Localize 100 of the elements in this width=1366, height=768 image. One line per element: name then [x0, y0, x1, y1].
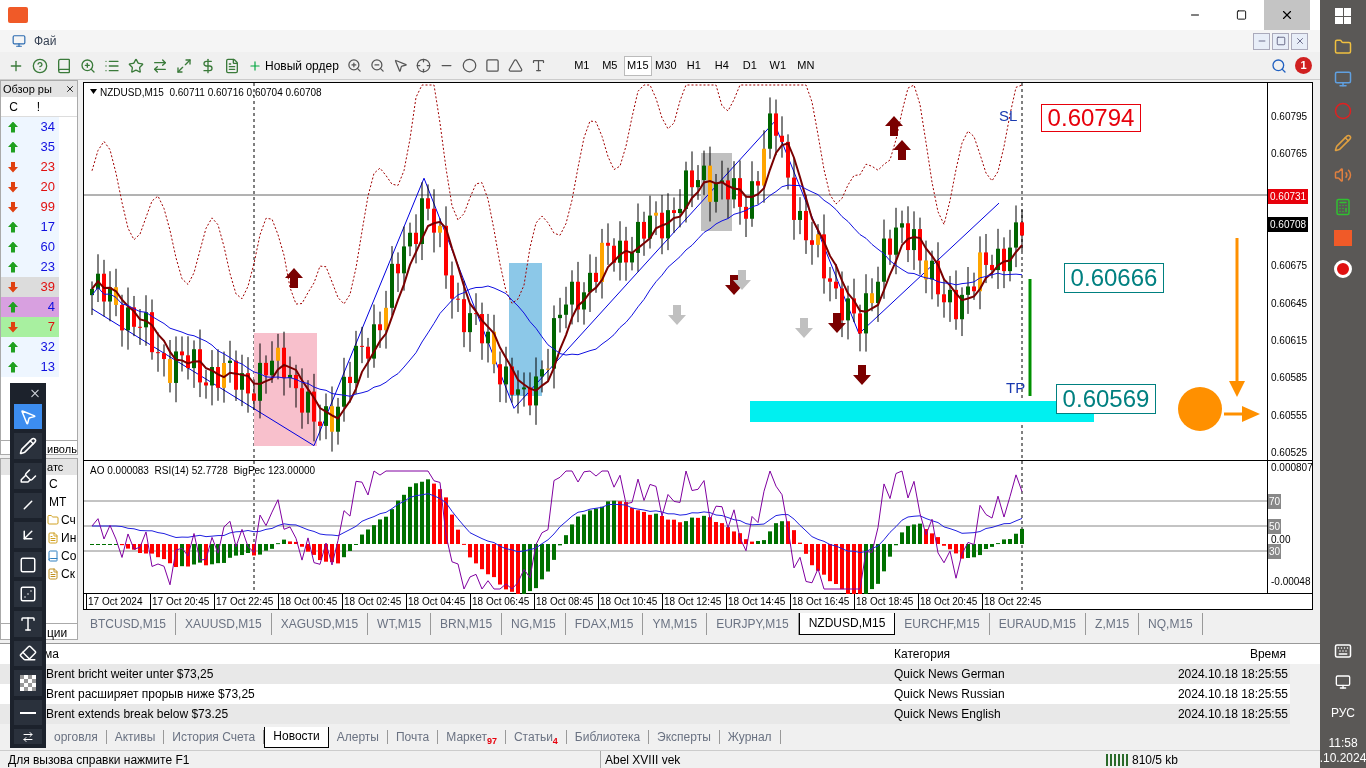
terminal-tab[interactable]: Активы — [106, 730, 165, 744]
value-tick: -0.00048 — [1271, 575, 1311, 589]
timeframe-button[interactable]: W1 — [763, 55, 792, 76]
terminal-tab[interactable]: Журнал — [719, 730, 781, 744]
chart-tab[interactable]: NG,M15 — [502, 612, 566, 635]
terminal-tab[interactable]: Алерты — [328, 730, 388, 744]
sl-price-box: 0.60794 — [1041, 104, 1141, 132]
quote-row[interactable]: 34 — [1, 117, 59, 137]
chart-tab[interactable]: EURCHF,M15 — [895, 612, 990, 635]
time-label: 18 Oct 14:45 — [726, 594, 790, 609]
news-row[interactable]: Brent extends break below $73.25 Quick News English 2024.10.18 18:25:55 — [0, 704, 1290, 724]
news-subject: Brent расширяет прорыв ниже $73,25 — [46, 686, 256, 703]
column-header[interactable]: Категория — [890, 645, 1150, 663]
quote-row[interactable]: 35 — [1, 137, 59, 157]
panel-tab[interactable]: ции — [47, 626, 68, 640]
sl-label: SL — [999, 106, 1018, 126]
navigator-item[interactable]: Ск — [61, 565, 75, 583]
timeframe-button[interactable]: M30 — [651, 55, 680, 76]
quote-row[interactable]: 23 — [1, 157, 59, 177]
quote-row[interactable]: 17 — [1, 217, 59, 237]
profile-name: Abel XVIII vek — [600, 750, 1100, 768]
news-category: Quick News English — [893, 706, 1002, 723]
time-label: 18 Oct 02:45 — [342, 594, 406, 609]
quote-row[interactable]: 7 — [1, 317, 59, 337]
timeframe-button[interactable]: M15 — [623, 55, 652, 76]
terminal-tab[interactable]: Эксперты — [649, 730, 720, 744]
quote-row[interactable]: 23 — [1, 257, 59, 277]
terminal-tab[interactable]: Новости — [264, 726, 329, 748]
quote-value: 4 — [47, 298, 55, 317]
news-time: 2024.10.18 18:25:55 — [1176, 686, 1289, 703]
status-text: Для вызова справки нажмите F1 — [7, 751, 191, 768]
chart-tab[interactable]: NQ,M15 — [1139, 612, 1203, 635]
quote-value: 23 — [40, 158, 55, 177]
quote-value: 7 — [47, 318, 55, 337]
time-label: 17 Oct 20:45 — [150, 594, 214, 609]
notification-badge[interactable]: 1 — [1295, 57, 1312, 74]
price-tick: 0.60765 — [1271, 147, 1308, 162]
navigator-item[interactable]: Ин — [61, 529, 77, 547]
navigator-root[interactable]: С МТ — [49, 475, 77, 511]
new-order-button[interactable]: Новый ордер — [248, 56, 339, 75]
level-tick: 70 — [1268, 494, 1282, 509]
timeframe-button[interactable]: H4 — [707, 55, 736, 76]
menu-item[interactable]: Фай — [34, 32, 57, 50]
clock-time[interactable]: 11:58 — [1328, 736, 1358, 751]
quote-row[interactable]: 99 — [1, 197, 59, 217]
time-label: 18 Oct 20:45 — [918, 594, 982, 609]
time-label: 18 Oct 18:45 — [854, 594, 918, 609]
chart-tab[interactable]: FDAX,M15 — [565, 612, 644, 635]
timeframe-button[interactable]: M1 — [567, 55, 596, 76]
price-tick: 0.60525 — [1271, 445, 1308, 460]
news-category: Quick News German — [893, 666, 1006, 683]
quote-value: 39 — [40, 278, 55, 297]
navigator-item[interactable]: Сч — [61, 511, 76, 529]
terminal-tab[interactable]: Библиотека — [566, 730, 650, 744]
value-tick: 0.000807 — [1271, 461, 1313, 475]
bid-price-label: 0.60731 — [1268, 188, 1309, 204]
timeframe-button[interactable]: H1 — [679, 55, 708, 76]
quote-row[interactable]: 39 — [1, 277, 59, 297]
chart-tab[interactable]: Z,M15 — [1086, 612, 1140, 635]
panel-tab[interactable]: иволь — [47, 443, 77, 455]
column-header[interactable]: ! — [26, 97, 51, 116]
chart-tab[interactable]: WT,M15 — [368, 612, 432, 635]
quote-row[interactable]: 60 — [1, 237, 59, 257]
timeframe-button[interactable]: MN — [791, 55, 820, 76]
quote-value: 60 — [40, 238, 55, 257]
news-row[interactable]: Brent bricht weiter unter $73,25 Quick News German 2024.10.18 18:25:55 — [0, 664, 1290, 684]
news-time: 2024.10.18 18:25:55 — [1176, 666, 1289, 683]
news-row[interactable]: Brent расширяет прорыв ниже $73,25 Quick News Russian 2024.10.18 18:25:55 — [0, 684, 1290, 704]
timeframe-button[interactable]: M5 — [595, 55, 624, 76]
quote-value: 32 — [40, 338, 55, 357]
quote-value: 35 — [40, 138, 55, 157]
level-tick: 50 — [1268, 519, 1282, 534]
price-tick: 0.60795 — [1271, 110, 1308, 124]
chart-tab[interactable]: XAUUSD,M15 — [176, 612, 272, 635]
news-category: Quick News Russian — [893, 686, 1006, 703]
news-time: 2024.10.18 18:25:55 — [1176, 706, 1289, 723]
chart-tab[interactable]: BTCUSD,M15 — [81, 612, 176, 635]
quote-row[interactable]: 32 — [1, 337, 59, 357]
chart-tab[interactable]: XAGUSD,M15 — [271, 612, 369, 635]
quote-row[interactable]: 4 — [1, 297, 59, 317]
chart-tab[interactable]: NZDUSD,M15 — [798, 612, 896, 635]
entry-price-box: 0.60666 — [1064, 263, 1164, 293]
column-header[interactable]: С — [1, 97, 26, 116]
news-subject: Brent extends break below $73.25 — [46, 706, 230, 723]
quote-value: 34 — [40, 118, 55, 137]
chart-tab[interactable]: EURAUD,M15 — [989, 612, 1087, 635]
chart-tab[interactable]: BRN,M15 — [431, 612, 503, 635]
time-label: 18 Oct 22:45 — [982, 594, 1046, 609]
timeframe-button[interactable]: D1 — [735, 55, 764, 76]
terminal-tab[interactable]: Почта — [387, 730, 439, 744]
quote-row[interactable]: 13 — [1, 357, 59, 377]
chart-tab[interactable]: YM,M15 — [643, 612, 708, 635]
column-header[interactable]: Время — [1150, 645, 1290, 663]
panel-title: атс — [47, 461, 64, 473]
time-label: 18 Oct 10:45 — [598, 594, 662, 609]
navigator-item[interactable]: Со — [61, 547, 77, 565]
clock-date[interactable]: .10.2024 — [1319, 751, 1366, 766]
language-indicator[interactable]: РУС — [1331, 704, 1355, 722]
quote-row[interactable]: 20 — [1, 177, 59, 197]
chart-tab[interactable]: EURJPY,M15 — [707, 612, 799, 635]
